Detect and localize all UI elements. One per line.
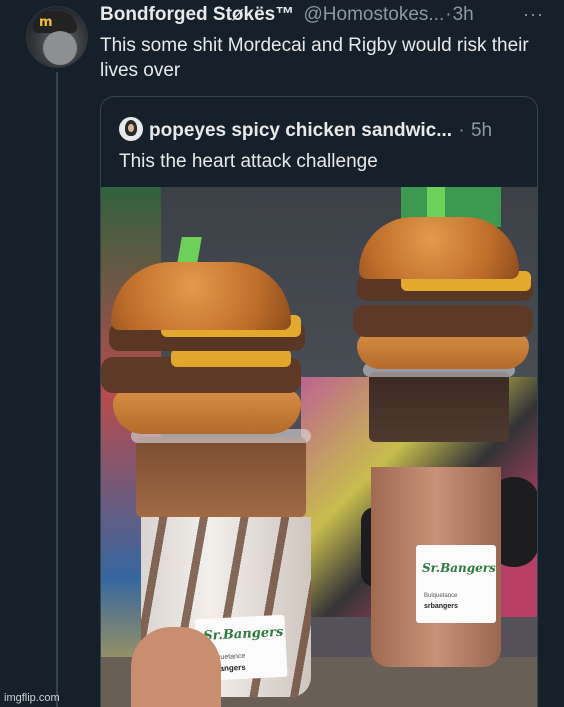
burger-bottom-bun-left xyxy=(113,390,301,434)
tweet-header: Bondforged Støkës™ @Homostokes...·3h ··· xyxy=(100,4,544,30)
cup-label-right: Sr.Bangers Bulquetance srbangers xyxy=(416,545,496,623)
hand-holding-cup xyxy=(131,627,221,707)
page: m Bondforged Støkës™ @Homostokes...·3h ·… xyxy=(0,0,564,707)
burger-top-bun-left xyxy=(111,262,291,330)
cookie-crumb-layer-right xyxy=(369,372,509,442)
display-name[interactable]: Bondforged Støkës™ xyxy=(100,4,294,25)
label-subtitle: Bulquetance xyxy=(424,593,458,599)
burger-patty-right xyxy=(353,305,533,337)
label-brand: Sr.Bangers xyxy=(422,561,496,575)
user-avatar[interactable]: m xyxy=(26,6,88,68)
quoted-tweet[interactable]: popeyes spicy chicken sandwic... · 5h Th… xyxy=(100,96,538,707)
more-options-icon[interactable]: ··· xyxy=(523,4,544,25)
quoted-tweet-text: This the heart attack challenge xyxy=(119,151,378,172)
straw-right xyxy=(427,187,445,221)
quoted-user-avatar xyxy=(119,117,143,141)
burger-bottom-bun-right xyxy=(357,333,529,369)
avatar-face xyxy=(43,31,77,65)
tweet-text: This some shit Mordecai and Rigby would … xyxy=(100,35,529,81)
label-instagram: srbangers xyxy=(424,603,458,610)
quoted-display-name: popeyes spicy chicken sandwic... xyxy=(149,120,453,141)
label-brand: Sr.Bangers xyxy=(202,624,284,644)
quoted-separator-dot: · xyxy=(458,120,465,141)
quoted-tweet-header: popeyes spicy chicken sandwic... · 5h xyxy=(119,117,492,141)
user-handle[interactable]: @Homostokes... xyxy=(304,4,445,25)
burger-cheese-left-lower xyxy=(171,349,291,367)
tweet-time[interactable]: 3h xyxy=(453,4,474,25)
cookie-crumb-layer-left xyxy=(136,437,306,517)
watermark: imgflip.com xyxy=(4,692,60,704)
quoted-tweet-time: 5h xyxy=(470,120,493,141)
tweet-photo[interactable]: Sr.Bangers Bulquetance srbangers Sr.Bang… xyxy=(101,187,537,707)
separator-dot: · xyxy=(445,4,452,25)
avatar-logo: m xyxy=(39,15,53,30)
burger-top-bun-right xyxy=(359,217,519,279)
thread-line xyxy=(56,72,58,707)
